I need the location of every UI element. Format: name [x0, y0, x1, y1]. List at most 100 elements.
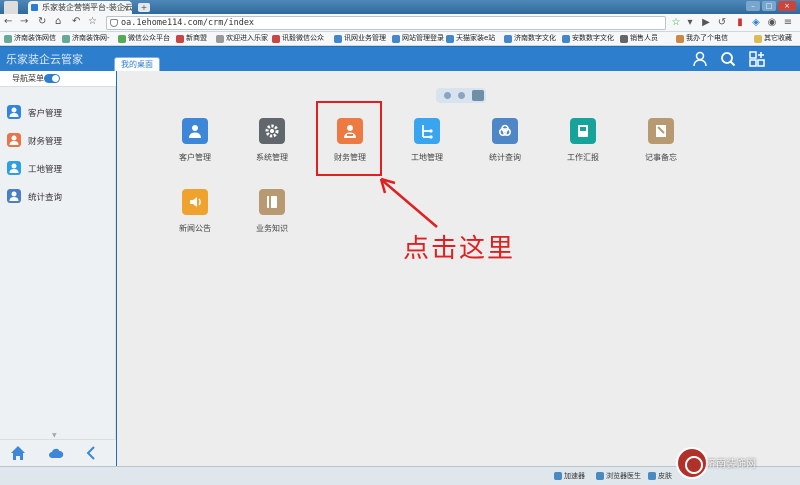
desktop-area: 客户管理 系统管理 财务管理 工地管理 统计查询 工作汇报 记事备忘 新闻公告 业务知识 点击这… — [117, 71, 800, 466]
nav-menu-toggle[interactable] — [44, 74, 60, 83]
pager-dot[interactable] — [444, 92, 451, 99]
close-tab-icon[interactable]: × — [122, 1, 129, 14]
favorite-star-icon[interactable]: ☆ — [670, 16, 682, 29]
bookmark-item[interactable]: 安数数字文化 — [562, 32, 614, 45]
star-icon[interactable]: ☆ — [88, 16, 97, 27]
new-tab-button[interactable]: + — [138, 3, 150, 12]
app-label: 客户管理 — [179, 153, 211, 162]
bookmark-item[interactable]: 济南数字文化 — [504, 32, 556, 45]
bookmark-item[interactable]: 其它收藏 — [754, 32, 792, 45]
menu-icon[interactable]: ≡ — [782, 16, 794, 29]
favicon-icon — [31, 4, 38, 11]
app-news[interactable]: 新闻公告 — [165, 189, 225, 239]
sidebar-item-statistics[interactable]: 统计查询 — [0, 183, 116, 211]
app-memo[interactable]: 记事备忘 — [631, 118, 691, 168]
app-system[interactable]: 系统管理 — [242, 118, 302, 168]
user-avatar[interactable] — [4, 1, 18, 14]
shield-icon — [110, 19, 118, 27]
bookmark-icon — [392, 34, 400, 43]
bookmark-icon — [754, 34, 762, 43]
speaker-icon — [182, 189, 208, 215]
bookmark-item[interactable]: 济南装饰网信 — [4, 32, 56, 45]
bookmark-label: 我办了个电信 — [686, 34, 728, 42]
app-icon[interactable]: ◈ — [750, 16, 762, 29]
play-icon[interactable]: ▶ — [700, 16, 712, 29]
minimize-button[interactable]: – — [746, 1, 760, 11]
bookmark-icon — [216, 34, 224, 43]
desktop-pager[interactable] — [436, 88, 486, 103]
bookmark-icon — [446, 34, 454, 43]
bookmark-item[interactable]: 讯网业务管理 — [334, 32, 386, 45]
scroll-down-icon[interactable]: ▼ — [52, 432, 57, 439]
pager-dot[interactable] — [458, 92, 465, 99]
app-statistics[interactable]: 统计查询 — [475, 118, 535, 168]
close-window-button[interactable]: × — [778, 1, 796, 11]
back-icon[interactable]: ← — [4, 16, 12, 27]
app-label: 统计查询 — [489, 153, 521, 162]
undo-icon[interactable]: ↶ — [72, 16, 80, 27]
sidebar-item-sites[interactable]: 工地管理 — [0, 155, 116, 183]
collapse-arrow-icon[interactable] — [84, 445, 100, 461]
statusbar-item[interactable]: 皮肤 — [648, 471, 672, 481]
address-url: oa.1ehome114.com/crm/index — [121, 18, 255, 28]
statusbar-item[interactable]: 浏览器医生 — [596, 471, 641, 481]
user-icon — [182, 118, 208, 144]
watermark-text: 济南装饰网 — [706, 459, 756, 470]
user-icon — [7, 105, 21, 119]
app-label: 新闻公告 — [179, 224, 211, 233]
bookmark-item[interactable]: 微信公众平台 — [118, 32, 170, 45]
forward-icon[interactable]: → — [20, 16, 28, 27]
report-icon — [570, 118, 596, 144]
sidebar-item-customers[interactable]: 客户管理 — [0, 99, 116, 127]
address-bar[interactable]: oa.1ehome114.com/crm/index — [106, 16, 666, 30]
maximize-button[interactable]: □ — [762, 1, 776, 11]
bookmark-item[interactable]: 网站管理登录 — [392, 32, 444, 45]
sidebar-item-finance[interactable]: 财务管理 — [0, 127, 116, 155]
bookmark-label: 其它收藏 — [764, 34, 792, 42]
app-customers[interactable]: 客户管理 — [165, 118, 225, 168]
bookmark-label: 讯网业务管理 — [344, 34, 386, 42]
bookmark-icon — [118, 34, 126, 43]
home-icon[interactable] — [10, 445, 26, 461]
window-controls: – □ × — [746, 1, 796, 11]
app-label: 工地管理 — [411, 153, 443, 162]
bookmark-label: 济南数字文化 — [514, 34, 556, 42]
bookmark-icon — [176, 34, 184, 43]
bookmark-icon — [62, 34, 70, 43]
app-work-report[interactable]: 工作汇报 — [553, 118, 613, 168]
cloud-icon[interactable] — [48, 445, 64, 461]
dropdown-icon[interactable]: ▾ — [684, 16, 696, 29]
app-sites[interactable]: 工地管理 — [397, 118, 457, 168]
statusbar-icon — [648, 472, 656, 480]
bookmark-icon — [272, 34, 280, 43]
home-icon[interactable]: ⌂ — [55, 16, 61, 27]
bookmark-icon — [4, 34, 12, 43]
bookmark-item[interactable]: 天猫家装e站 — [446, 32, 495, 45]
reload-icon[interactable]: ↻ — [38, 16, 46, 27]
gesture-icon[interactable]: ↺ — [716, 16, 728, 29]
callout-text: 点击这里 — [403, 234, 516, 264]
statusbar-item[interactable]: 加速器 — [554, 471, 585, 481]
tab-my-desktop[interactable]: 我的桌面 — [114, 57, 160, 71]
app-label: 记事备忘 — [645, 153, 677, 162]
bookmark-label: 微信公众平台 — [128, 34, 170, 42]
bookmark-label: 讯毅微信公众 — [282, 34, 324, 42]
bookmark-item[interactable]: 新商盟 — [176, 32, 207, 45]
bookmark-icon — [562, 34, 570, 43]
nav-menu-label: 导航菜单 — [12, 74, 44, 83]
sidebar-item-label: 工地管理 — [28, 165, 63, 175]
grid-view-icon[interactable] — [472, 90, 484, 101]
eye-icon[interactable]: ◉ — [766, 16, 778, 29]
site-icon — [7, 161, 21, 175]
bookmark-item[interactable]: 济南装饰网- — [62, 32, 110, 45]
sidebar-item-label: 统计查询 — [28, 193, 63, 203]
app-knowledge[interactable]: 业务知识 — [242, 189, 302, 239]
bookmark-label: 安数数字文化 — [572, 34, 614, 42]
browser-tab[interactable]: 乐家装企营销平台-装企云 × — [28, 1, 132, 14]
bookmark-item[interactable]: 销售人员 — [620, 32, 658, 45]
bookmark-item[interactable]: 欢迎进入乐家 — [216, 32, 268, 45]
bookmark-item[interactable]: 我办了个电信 — [676, 32, 728, 45]
bookmark-item[interactable]: 讯毅微信公众 — [272, 32, 324, 45]
pointer-arrow — [379, 177, 438, 228]
extension-icon[interactable]: ▮ — [734, 16, 746, 29]
